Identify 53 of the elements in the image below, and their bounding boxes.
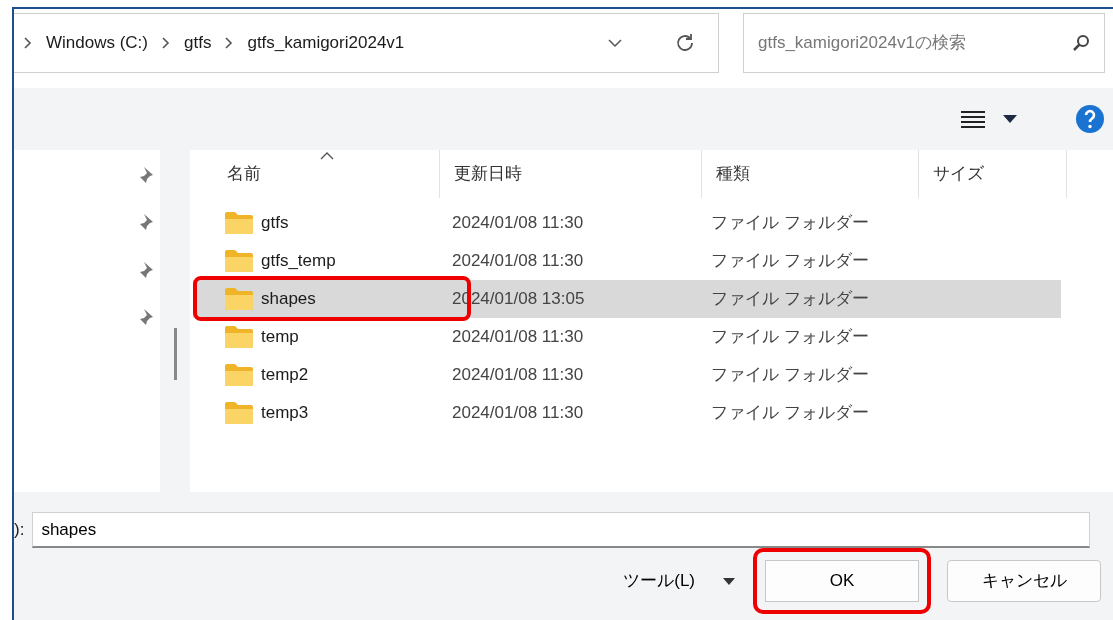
search-icon[interactable] (1071, 33, 1091, 53)
file-type: ファイル フォルダー (710, 288, 870, 311)
breadcrumb-item[interactable]: gtfs_kamigori2024v1 (243, 30, 409, 56)
file-name-label: ): (14, 519, 25, 542)
chevron-right-icon (24, 37, 32, 49)
modified-date: 2024/01/08 11:30 (451, 212, 585, 235)
help-icon[interactable] (1075, 104, 1105, 134)
file-type: ファイル フォルダー (710, 364, 870, 387)
dialog-button[interactable]: OK (753, 548, 931, 614)
file-name: gtfs_temp (261, 250, 336, 273)
folder-icon (225, 402, 253, 424)
address-bar[interactable]: Windows (C:) gtfs gtfs_kamigori2024v1 (14, 13, 719, 73)
search-field[interactable]: gtfs_kamigori2024v1の検索 (743, 13, 1105, 73)
file-name-field[interactable]: shapes (32, 512, 1091, 548)
file-row[interactable]: temp 2024/01/08 11:30 ファイル フォルダー (193, 318, 1061, 356)
column-header[interactable]: 更新日時 (440, 150, 702, 198)
file-type: ファイル フォルダー (710, 402, 870, 425)
file-name: gtfs (261, 212, 289, 235)
folder-icon (225, 212, 253, 234)
file-name: shapes (261, 288, 316, 311)
chevron-right-icon (162, 37, 170, 49)
file-name: temp2 (261, 364, 309, 387)
list-view-icon[interactable] (961, 110, 985, 128)
folder-icon (225, 288, 253, 310)
chevron-down-icon[interactable] (608, 38, 622, 48)
file-type: ファイル フォルダー (710, 250, 870, 273)
refresh-icon[interactable] (674, 32, 696, 54)
chevron-right-icon (225, 37, 234, 49)
tools-button[interactable]: ツール(L) (623, 568, 695, 594)
dialog-button[interactable]: キャンセル (947, 560, 1101, 602)
caret-icon[interactable] (723, 578, 735, 586)
breadcrumb-item[interactable]: gtfs (180, 30, 216, 56)
file-row[interactable]: temp2 2024/01/08 11:30 ファイル フォルダー (193, 356, 1061, 394)
file-type: ファイル フォルダー (710, 326, 870, 349)
modified-date: 2024/01/08 11:30 (451, 402, 585, 425)
breadcrumb-item[interactable]: Windows (C:) (42, 30, 152, 56)
file-row[interactable]: gtfs_temp 2024/01/08 11:30 ファイル フォルダー (193, 242, 1061, 280)
scrollbar-thumb[interactable] (173, 328, 177, 380)
file-row[interactable]: gtfs 2024/01/08 11:30 ファイル フォルダー (193, 204, 1061, 242)
modified-date: 2024/01/08 11:30 (451, 364, 585, 387)
folder-icon (225, 326, 253, 348)
column-header[interactable]: 名前 (190, 150, 440, 198)
folder-icon (225, 250, 253, 272)
folder-icon (225, 364, 253, 386)
modified-date: 2024/01/08 11:30 (451, 250, 585, 273)
file-name: temp3 (261, 402, 309, 425)
caret-icon[interactable] (1003, 115, 1017, 123)
modified-date: 2024/01/08 11:30 (451, 326, 585, 349)
column-header[interactable]: 種類 (702, 150, 919, 198)
file-name: temp (261, 326, 299, 349)
file-row[interactable]: temp3 2024/01/08 11:30 ファイル フォルダー (193, 394, 1061, 432)
file-type: ファイル フォルダー (710, 212, 870, 235)
column-header[interactable]: サイズ (919, 150, 1067, 198)
